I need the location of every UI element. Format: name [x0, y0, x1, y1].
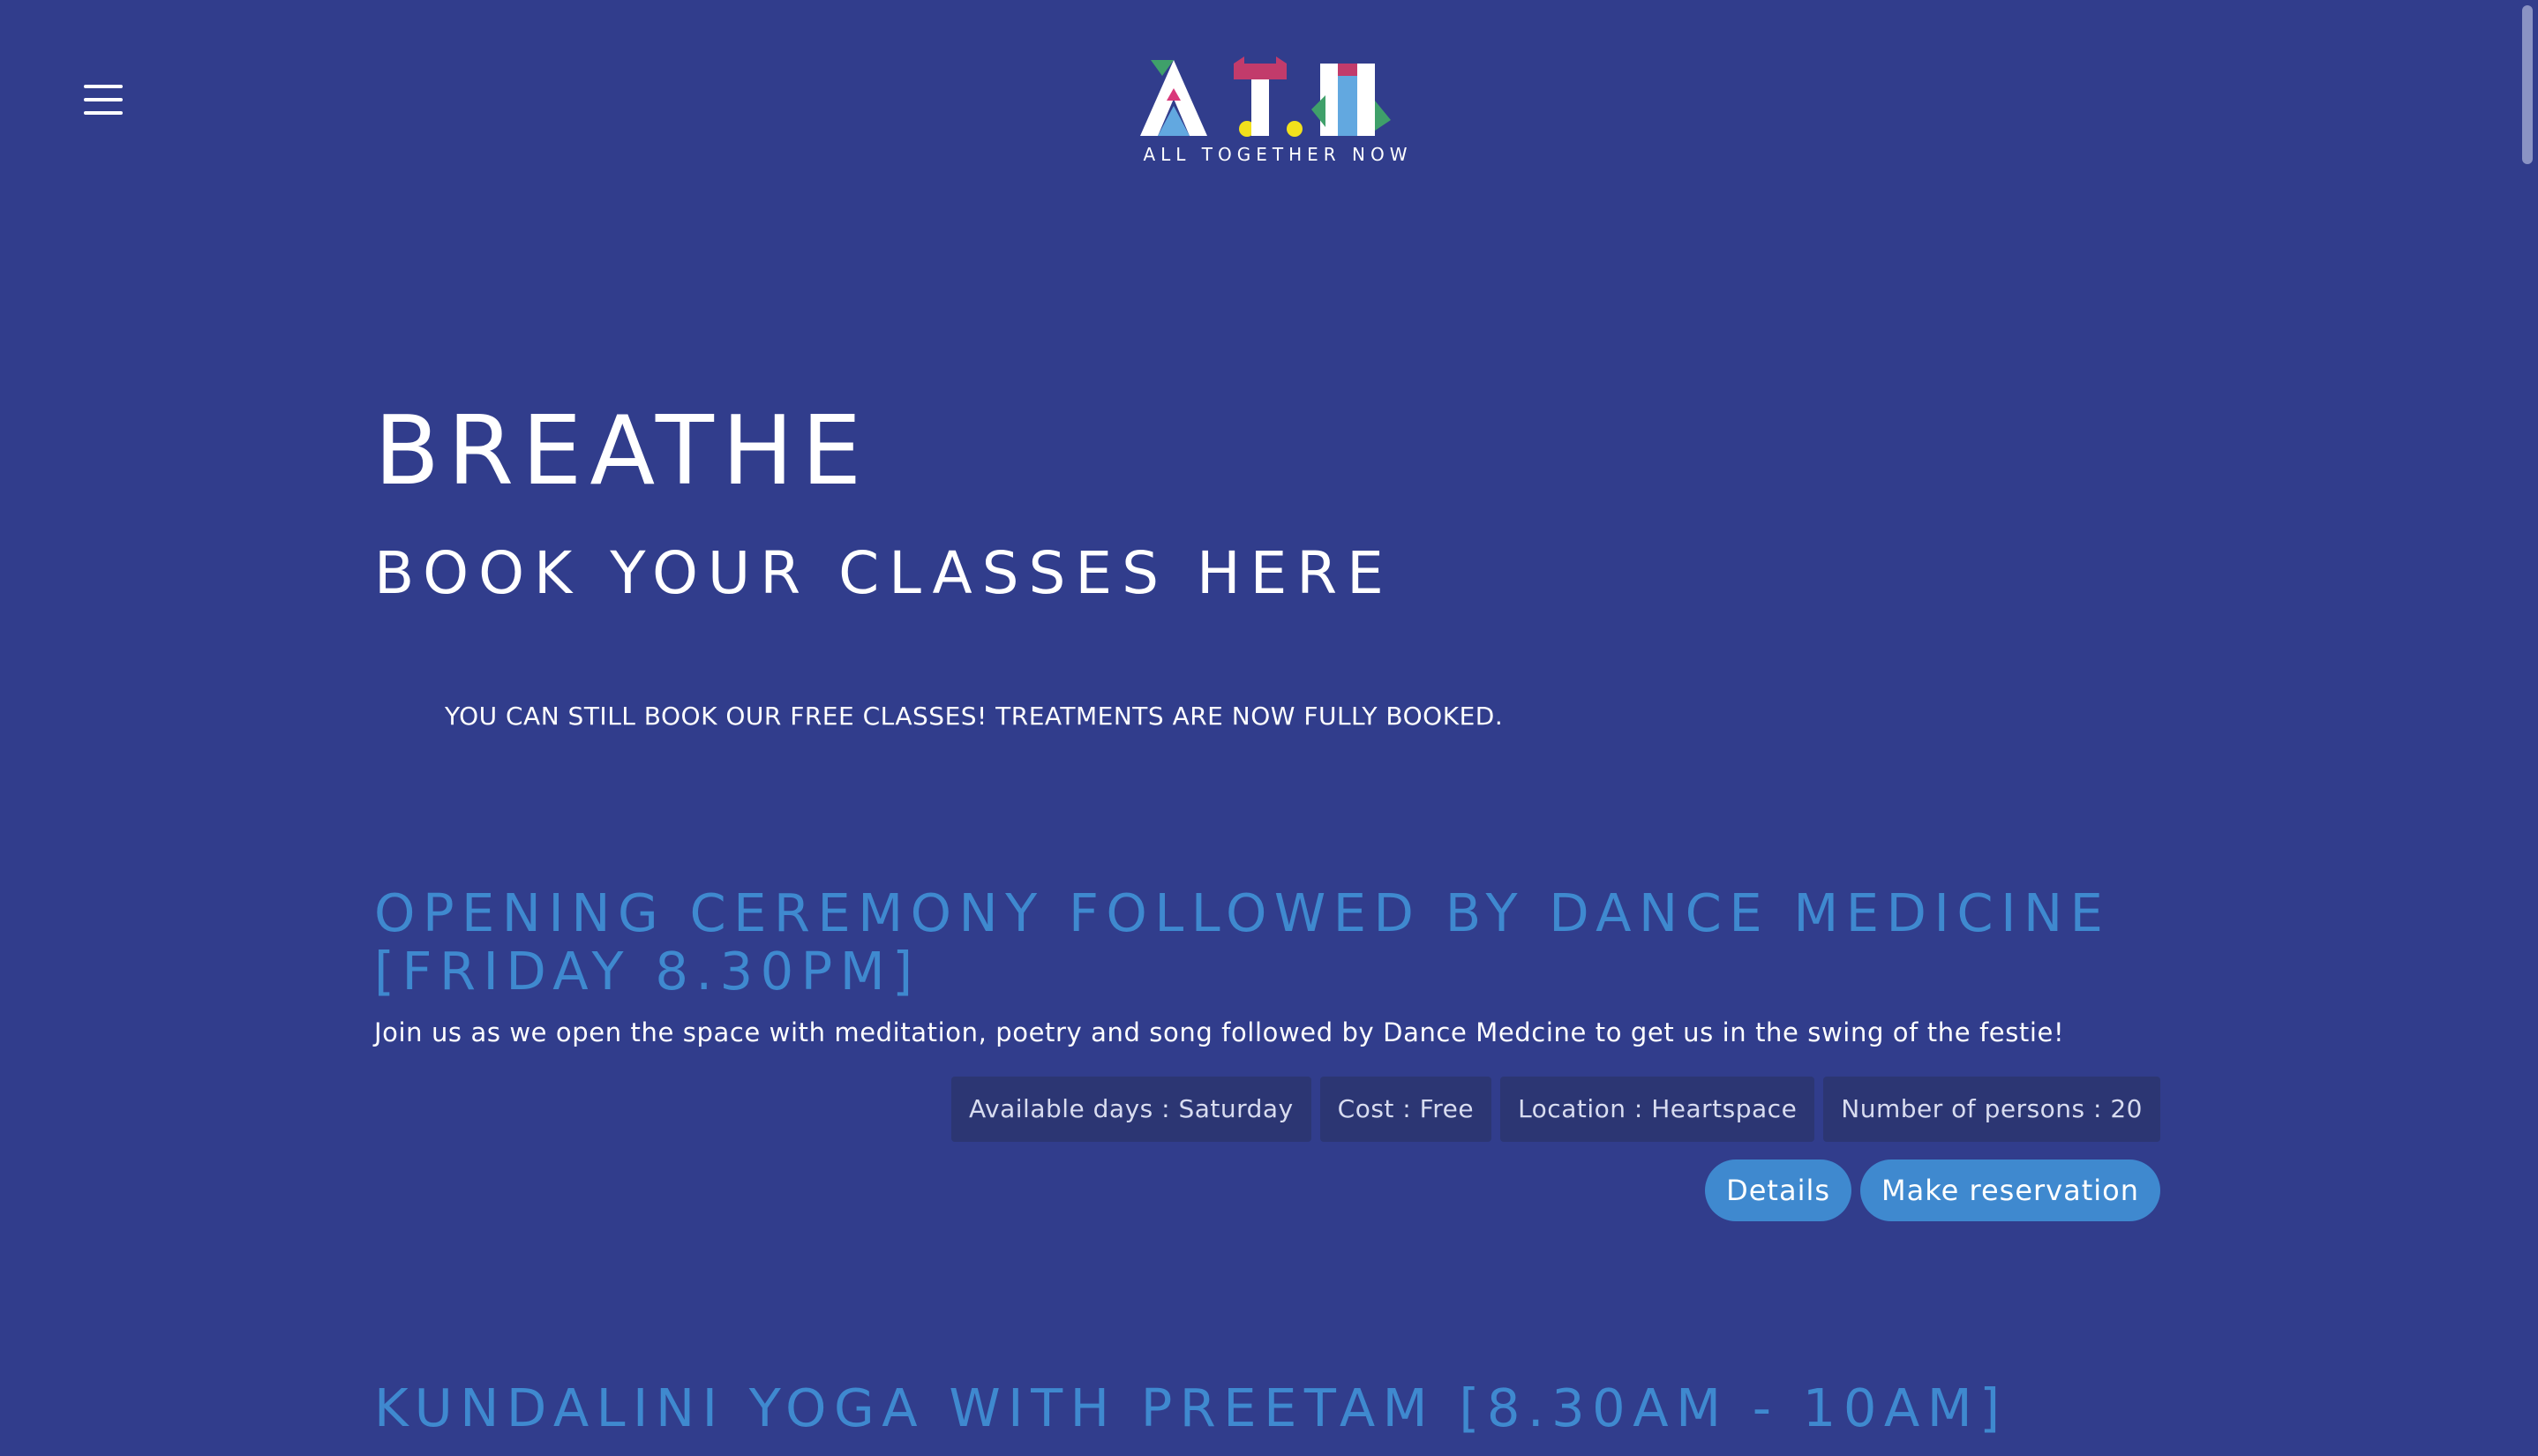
page-title: BREATHE [374, 396, 870, 507]
details-button[interactable]: Details [1705, 1160, 1852, 1221]
tag-available-days: Available days : Saturday [951, 1077, 1311, 1142]
atn-logo[interactable]: ALL TOGETHER NOW [1138, 56, 1417, 168]
tag-location: Location : Heartspace [1500, 1077, 1815, 1142]
hamburger-menu-icon[interactable] [84, 85, 123, 116]
scrollbar-thumb[interactable] [2522, 5, 2533, 164]
tag-number-of-persons: Number of persons : 20 [1823, 1077, 2160, 1142]
event-title[interactable]: KUNDALINI YOGA WITH PREETAM [8.30AM - 10… [374, 1379, 2160, 1437]
event-card: KUNDALINI YOGA WITH PREETAM [8.30AM - 10… [374, 1379, 2160, 1437]
booking-notice: YOU CAN STILL BOOK OUR FREE CLASSES! TRE… [445, 702, 1504, 731]
event-tags: Available days : Saturday Cost : Free Lo… [951, 1077, 2160, 1142]
event-card: OPENING CEREMONY FOLLOWED BY DANCE MEDIC… [374, 884, 2160, 1221]
page-subtitle: BOOK YOUR CLASSES HERE [374, 539, 1393, 607]
make-reservation-button[interactable]: Make reservation [1860, 1160, 2160, 1221]
event-description: Join us as we open the space with medita… [374, 1017, 2065, 1047]
page: ALL TOGETHER NOW BREATHE BOOK YOUR CLASS… [0, 0, 2538, 1456]
logo-caption: ALL TOGETHER NOW [1143, 144, 1413, 165]
scrollbar[interactable] [2513, 0, 2538, 1456]
tag-cost: Cost : Free [1319, 1077, 1492, 1142]
event-title[interactable]: OPENING CEREMONY FOLLOWED BY DANCE MEDIC… [374, 884, 2160, 1001]
logo-graphic [1140, 56, 1391, 137]
event-actions: Details Make reservation [1705, 1160, 2160, 1221]
